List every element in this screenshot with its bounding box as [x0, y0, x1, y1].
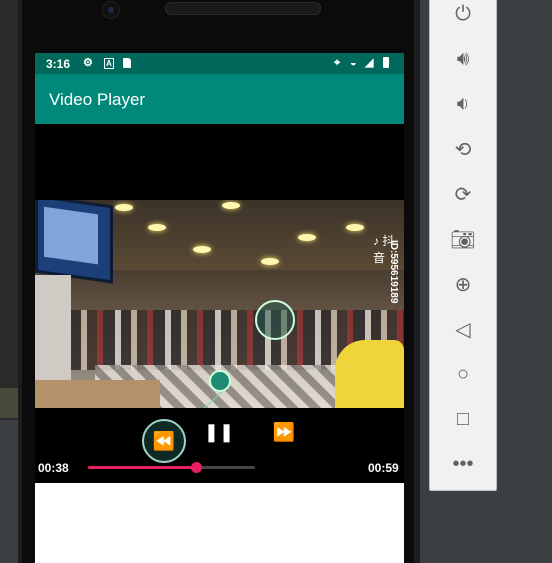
back-icon: ◁ [455, 318, 471, 341]
status-time: 3:16 [46, 57, 71, 71]
signal-icon: ◢ [365, 57, 374, 69]
ceiling-light [115, 204, 133, 211]
touch-indicator-large [255, 300, 295, 340]
seek-bar-progress [88, 466, 196, 469]
home-icon: ○ [456, 362, 470, 385]
emulator-toolbar: ⏻ 🔊︎ 🔉︎ ⟲ ⟳ 📷︎ ⊕ ◁ ○ □ ••• [429, 0, 497, 491]
ceiling-light [298, 234, 316, 241]
screenshot-button[interactable]: 📷︎ [430, 221, 496, 257]
earpiece-speaker [165, 2, 321, 15]
settings-icon: ⚙ [83, 57, 93, 69]
app-bar: Video Player [35, 74, 404, 124]
rotate-right-icon: ⟳ [454, 183, 472, 206]
duration-time: 00:59 [368, 461, 399, 475]
zoom-icon: ⊕ [454, 273, 472, 296]
home-button[interactable]: ○ [430, 356, 496, 392]
table [35, 380, 160, 408]
ceiling-light [346, 224, 364, 231]
ceiling-light [261, 258, 279, 265]
front-camera [102, 1, 120, 19]
power-icon: ⏻ [455, 2, 471, 25]
ceiling-light [193, 246, 211, 253]
zoom-button[interactable]: ⊕ [430, 266, 496, 302]
content-area [35, 483, 404, 563]
rotate-right-button[interactable]: ⟳ [430, 176, 496, 212]
status-bar: 3:16 ⚙ A ⌖ ◒ ◢ [35, 53, 404, 74]
fast-forward-icon: ⏩ [272, 421, 296, 442]
volume-up-button[interactable]: 🔊︎ [430, 41, 496, 77]
battery-icon [383, 57, 389, 68]
pause-icon: ❚❚ [203, 421, 235, 442]
overview-icon: □ [456, 407, 470, 430]
rotate-left-icon: ⟲ [454, 138, 472, 161]
touch-indicator-small [209, 370, 231, 392]
fast-forward-button[interactable]: ⏩ [271, 420, 297, 444]
overview-button[interactable]: □ [430, 401, 496, 437]
camera-icon: 📷︎ [450, 228, 476, 251]
volume-down-button[interactable]: 🔉︎ [430, 86, 496, 122]
volume-up-icon: 🔊︎ [456, 47, 470, 70]
a-icon: A [104, 58, 114, 69]
phone-edge-right [414, 0, 420, 563]
more-icon: ••• [452, 452, 474, 475]
seek-bar-thumb[interactable] [190, 462, 202, 473]
ceiling-light [222, 202, 240, 209]
person [335, 340, 404, 408]
video-surface[interactable]: ♪ 抖音 ID:595619189 [35, 200, 404, 408]
rewind-button[interactable]: ⏪ [142, 419, 186, 463]
volume-down-icon: 🔉︎ [456, 92, 470, 115]
seek-bar[interactable] [88, 462, 255, 473]
pause-button[interactable]: ❚❚ [203, 420, 235, 444]
wall-monitor [35, 200, 113, 284]
app-title: Video Player [49, 90, 146, 109]
wifi-icon: ◒ [350, 57, 357, 69]
phone-screen: 3:16 ⚙ A ⌖ ◒ ◢ Video Player ♪ 抖音 ID:5956… [35, 53, 404, 563]
power-button[interactable]: ⏻ [430, 0, 496, 32]
ceiling-light [148, 224, 166, 231]
rewind-icon: ⏪ [152, 430, 176, 451]
rotate-left-button[interactable]: ⟲ [430, 131, 496, 167]
sdcard-icon [123, 58, 131, 68]
more-button[interactable]: ••• [430, 446, 496, 482]
back-button[interactable]: ◁ [430, 311, 496, 347]
current-time: 00:38 [38, 461, 69, 475]
watermark-id: ID:595619189 [388, 240, 399, 304]
location-icon: ⌖ [334, 57, 341, 69]
media-controls: ⏪ ❚❚ ⏩ 00:38 00:59 [35, 408, 404, 483]
